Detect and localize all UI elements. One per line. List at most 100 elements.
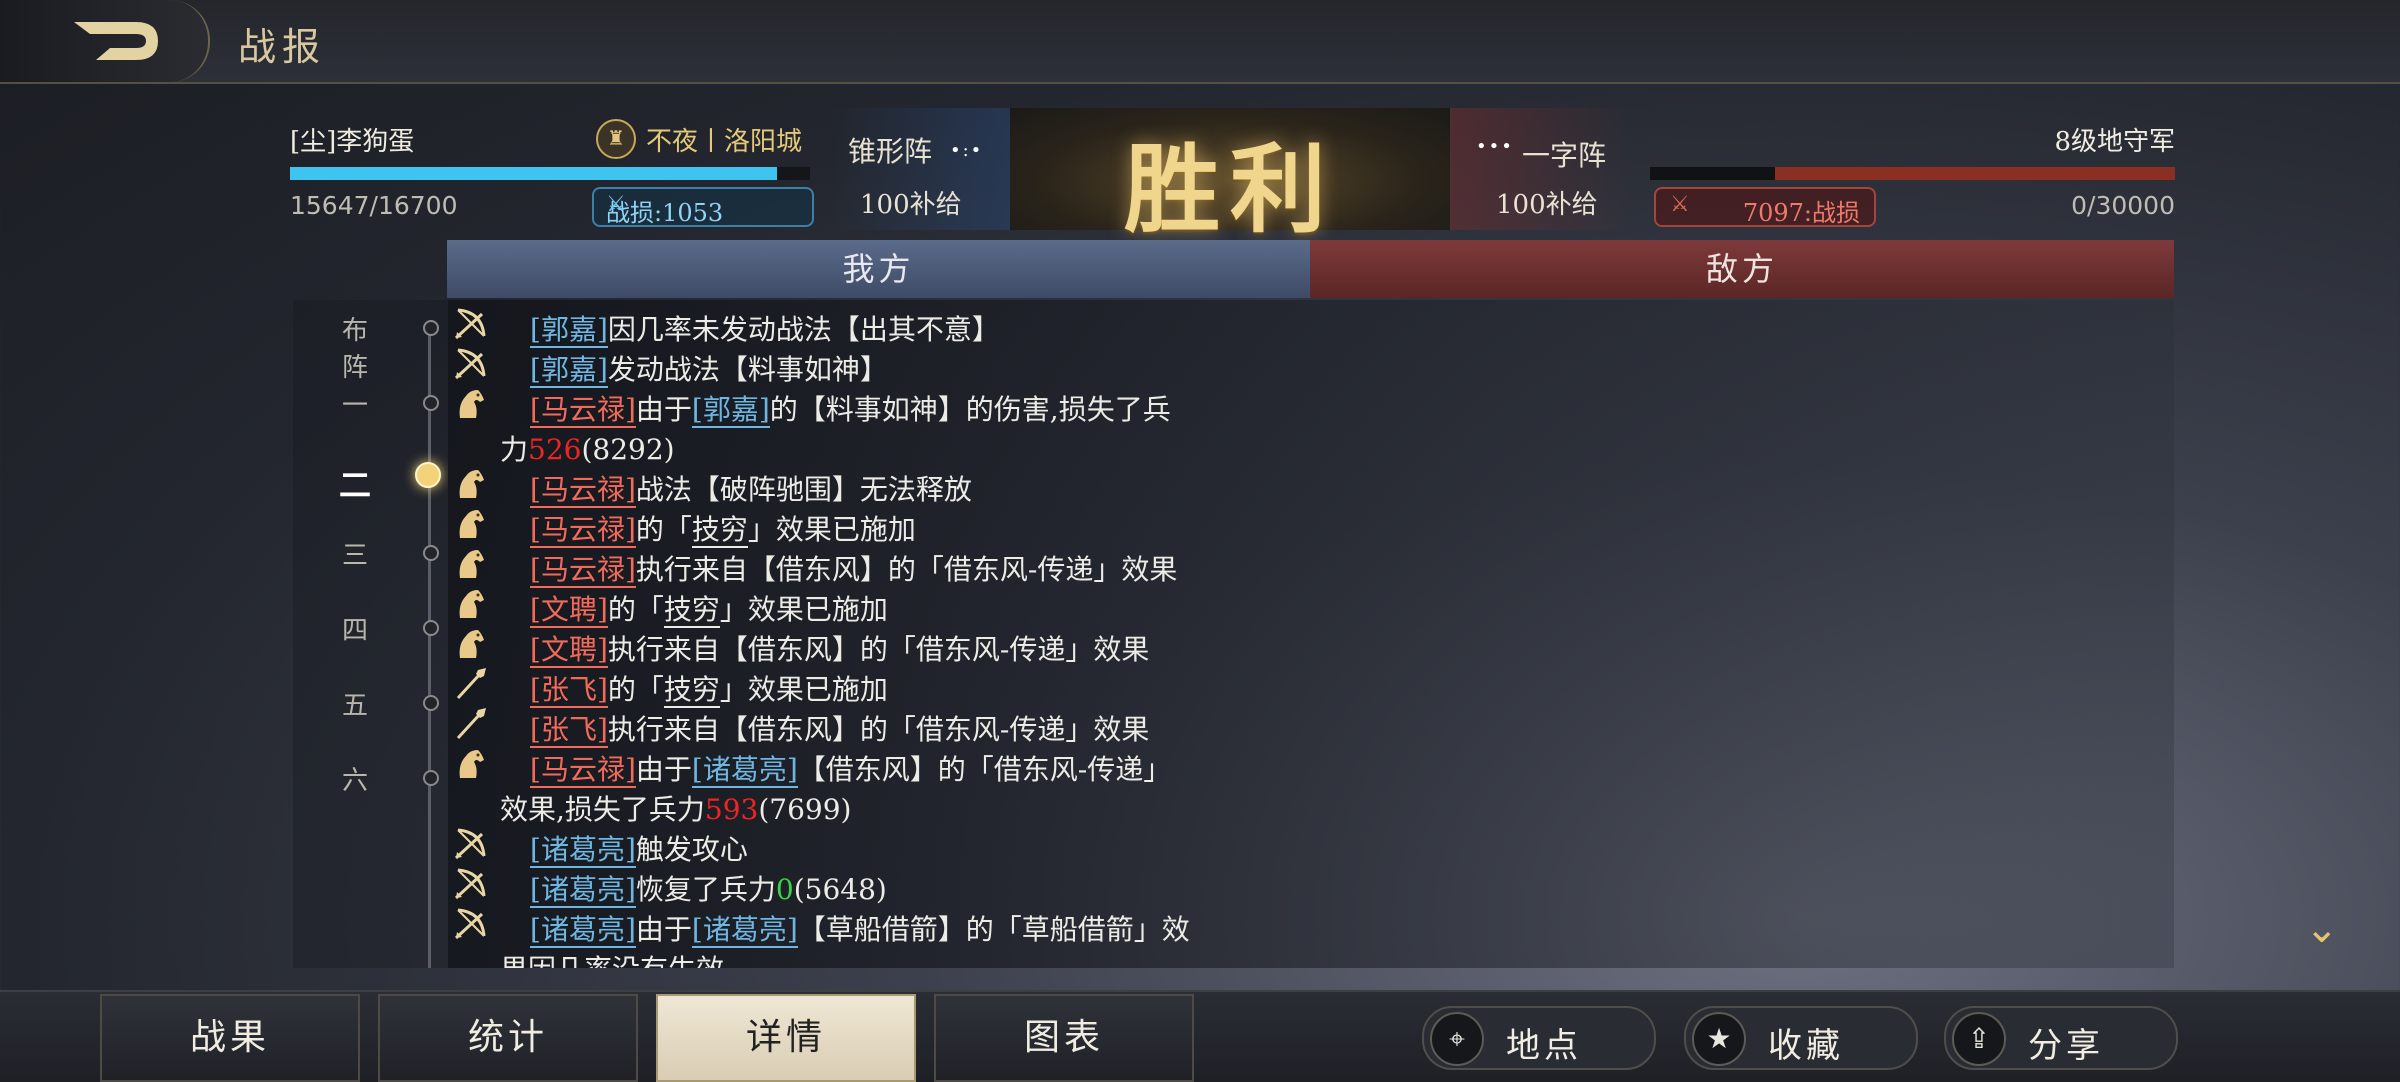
- enemy-formation: 一字阵: [1522, 139, 1607, 172]
- location-button[interactable]: ⌖ 地点: [1422, 1006, 1656, 1070]
- log-entry: 果因几率没有生效: [448, 944, 1748, 968]
- top-bar: 战报: [0, 0, 2400, 84]
- log-entry: 效果,损失了兵力593(7699): [448, 784, 1748, 826]
- round-label: 一: [341, 391, 368, 421]
- enemy-troop-bar: [1650, 167, 2175, 180]
- ally-general-name[interactable]: 诸葛亮: [530, 913, 636, 948]
- enemy-general-name[interactable]: 张飞: [530, 713, 608, 748]
- cavalry-horse-icon: [452, 746, 488, 782]
- tab-enemy[interactable]: 敌方: [1310, 240, 2174, 298]
- log-entry: 文聘执行来自【借东风】的「借东风-传递」效果: [448, 624, 1748, 668]
- enemy-troop-lost-fill: [1775, 167, 2175, 180]
- log-fragment: 执行来自【借东风】的「借东风-传递」效果: [607, 713, 1150, 746]
- log-fragment: 的【料事如神】的伤害,损失了兵: [769, 393, 1171, 426]
- round-label: 二: [338, 466, 371, 504]
- ally-general-name[interactable]: 郭嘉: [691, 393, 770, 428]
- log-fragment: 由于: [635, 913, 692, 946]
- round-timeline: 布阵一二三四五六: [293, 300, 448, 968]
- log-text: 文聘执行来自【借东风】的「借东风-传递」效果: [530, 628, 1149, 668]
- tab-charts[interactable]: 图表: [934, 994, 1194, 1082]
- damage-value: 526: [528, 433, 582, 466]
- ally-general-name[interactable]: 诸葛亮: [530, 873, 636, 908]
- log-text: 马云禄由于郭嘉的【料事如神】的伤害,损失了兵: [530, 388, 1171, 428]
- log-entry: 张飞执行来自【借东风】的「借东风-传递」效果: [448, 704, 1748, 748]
- favorite-label: 收藏: [1768, 1026, 1844, 1066]
- back-arrow-icon: [74, 22, 158, 60]
- round-label: 三: [341, 541, 368, 571]
- share-button[interactable]: ⇪ 分享: [1944, 1006, 2178, 1070]
- cavalry-horse-icon: [452, 466, 488, 502]
- back-button[interactable]: [0, 0, 210, 82]
- enemy-name: 8级地守军: [2054, 127, 2175, 157]
- log-fragment: 的「: [607, 593, 664, 626]
- ally-general-name[interactable]: 郭嘉: [530, 313, 608, 348]
- log-fragment: 技穷: [663, 673, 720, 708]
- tab-details[interactable]: 详情: [656, 994, 916, 1082]
- ally-city: 不夜丨洛阳城: [646, 127, 803, 157]
- log-fragment: 的「: [607, 673, 664, 706]
- cavalry-horse-icon: [452, 546, 488, 582]
- enemy-general-name[interactable]: 马云禄: [530, 473, 636, 508]
- enemy-general-name[interactable]: 文聘: [530, 633, 608, 668]
- log-text: 马云禄战法【破阵驰围】无法释放: [530, 468, 972, 508]
- ally-general-name[interactable]: 诸葛亮: [691, 753, 798, 788]
- spear-icon: [452, 706, 488, 742]
- round-dot: [423, 545, 439, 561]
- tab-ally[interactable]: 我方: [447, 240, 1310, 298]
- log-text: 张飞的「技穷」效果已施加: [530, 668, 888, 708]
- share-label: 分享: [2028, 1026, 2104, 1066]
- battle-result: 胜利: [1124, 133, 1336, 246]
- enemy-general-name[interactable]: 张飞: [530, 673, 608, 708]
- log-text: 力526(8292): [500, 428, 675, 468]
- log-fragment: (5648): [793, 873, 887, 906]
- log-entry: 马云禄由于郭嘉的【料事如神】的伤害,损失了兵: [448, 384, 1748, 428]
- tab-statistics[interactable]: 统计: [378, 994, 638, 1082]
- favorite-button[interactable]: ★ 收藏: [1684, 1006, 1918, 1070]
- log-fragment: 」效果已施加: [719, 593, 888, 626]
- log-fragment: 恢复了兵力: [635, 873, 776, 906]
- log-text: 郭嘉因几率未发动战法【出其不意】: [530, 308, 1000, 348]
- battle-log[interactable]: 郭嘉因几率未发动战法【出其不意】郭嘉发动战法【料事如神】马云禄由于郭嘉的【料事如…: [448, 300, 2174, 968]
- enemy-general-name[interactable]: 马云禄: [530, 393, 636, 428]
- enemy-general-name[interactable]: 马云禄: [530, 753, 636, 788]
- ally-player-name: [尘]李狗蛋: [290, 127, 415, 157]
- ally-header: [尘]李狗蛋 ♜ 不夜丨洛阳城 15647/16700 战损:1053 ⚔: [290, 115, 814, 230]
- log-fragment: 由于: [635, 753, 692, 786]
- log-fragment: 效果,损失了兵力: [500, 793, 705, 826]
- log-fragment: 【草船借箭】的「草船借箭」效: [797, 913, 1190, 946]
- log-entry: 力526(8292): [448, 424, 1748, 466]
- scroll-down-chevron-icon[interactable]: ⌄: [2305, 906, 2339, 952]
- log-fragment: 技穷: [663, 593, 720, 628]
- enemy-header: 8级地守军 ⚔ 7097:战损 0/30000: [1650, 115, 2175, 230]
- slash-icon: ⚔: [606, 192, 626, 217]
- bow-icon: [452, 906, 488, 942]
- tab-result[interactable]: 战果: [100, 994, 360, 1082]
- log-fragment: 【借东风】的「借东风-传递」: [797, 753, 1172, 786]
- ally-general-name[interactable]: 诸葛亮: [691, 913, 798, 948]
- enemy-general-name[interactable]: 文聘: [530, 593, 608, 628]
- bow-icon: [452, 866, 488, 902]
- log-entry: 马云禄的「技穷」效果已施加: [448, 504, 1748, 548]
- enemy-general-name[interactable]: 马云禄: [530, 513, 636, 548]
- log-entry: 郭嘉发动战法【料事如神】: [448, 344, 1748, 388]
- cavalry-horse-icon: [452, 586, 488, 622]
- bottom-bar: 战果 统计 详情 图表 ⌖ 地点 ★ 收藏 ⇪ 分享: [0, 990, 2400, 1082]
- log-entry: 马云禄执行来自【借东风】的「借东风-传递」效果: [448, 544, 1748, 588]
- cavalry-horse-icon: [452, 506, 488, 542]
- log-text: 诸葛亮触发攻心: [530, 828, 748, 868]
- ally-troop-fill: [290, 167, 778, 180]
- enemy-general-name[interactable]: 马云禄: [530, 553, 636, 588]
- ally-general-name[interactable]: 诸葛亮: [530, 833, 636, 868]
- ally-general-name[interactable]: 郭嘉: [530, 353, 608, 388]
- log-fragment: 技穷: [691, 513, 748, 548]
- line-formation-icon: •••: [1476, 136, 1514, 157]
- round-dot: [423, 770, 439, 786]
- log-text: 果因几率没有生效: [500, 948, 724, 968]
- log-fragment: 」效果已施加: [719, 673, 888, 706]
- round-label: 四: [341, 616, 368, 646]
- round-label: 五: [341, 691, 368, 721]
- log-fragment: 因几率未发动战法【出其不意】: [607, 313, 1000, 346]
- log-text: 诸葛亮恢复了兵力0(5648): [530, 868, 887, 908]
- log-text: 郭嘉发动战法【料事如神】: [530, 348, 888, 388]
- log-fragment: 发动战法【料事如神】: [607, 353, 888, 386]
